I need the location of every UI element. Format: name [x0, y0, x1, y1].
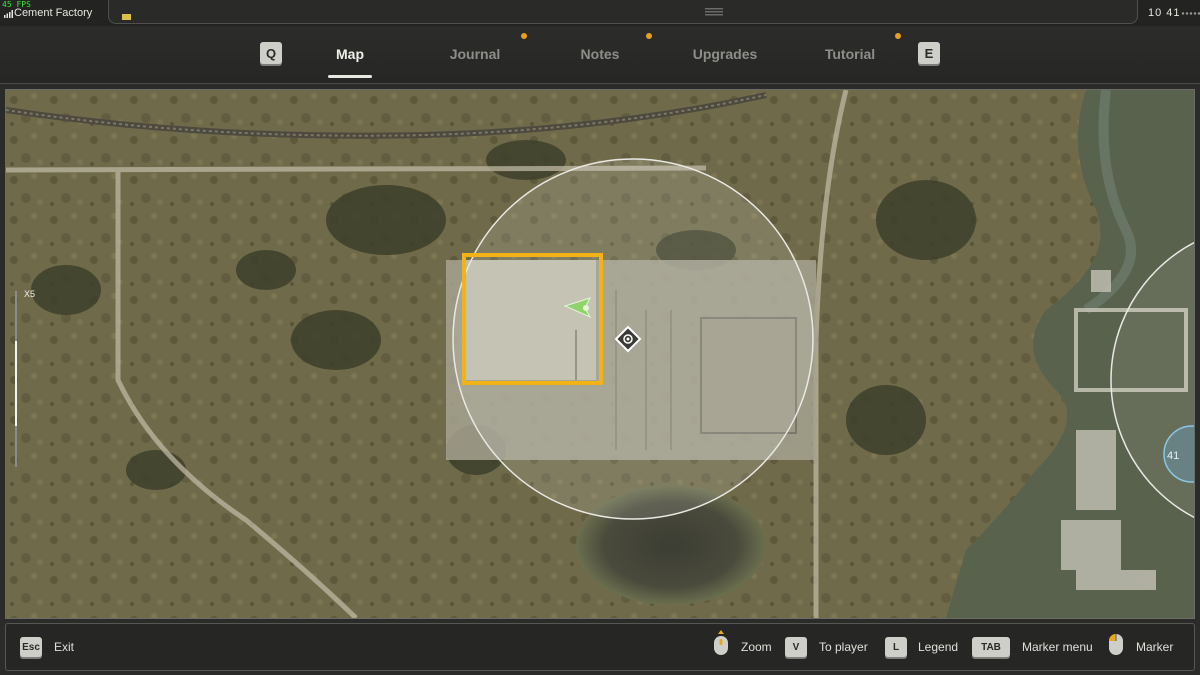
next-tab-key[interactable]: E	[918, 42, 940, 64]
prev-tab-key[interactable]: Q	[260, 42, 282, 64]
tab-journal[interactable]: Journal	[450, 46, 501, 62]
satellite-map[interactable]: 41	[6, 90, 1194, 618]
battery-icon	[122, 14, 131, 20]
marker-menu-label: Marker menu	[1022, 640, 1093, 654]
tab-map[interactable]: Map	[336, 46, 364, 62]
to-player-key[interactable]: V	[785, 637, 807, 657]
edge-marker-label: 41	[1167, 450, 1179, 462]
progress-dots-icon	[1181, 12, 1200, 15]
to-player-label: To player	[819, 640, 868, 654]
signal-icon	[4, 10, 13, 18]
marker-menu-key[interactable]: TAB	[972, 637, 1010, 657]
tab-upgrades[interactable]: Upgrades	[693, 46, 758, 62]
zoom-slider-fill	[15, 341, 17, 426]
grip-icon	[705, 8, 723, 16]
legend-label: Legend	[918, 640, 959, 654]
active-tab-indicator	[328, 75, 372, 78]
tutorial-notification-dot	[895, 33, 901, 39]
tab-tutorial[interactable]: Tutorial	[825, 46, 875, 62]
clock: 10 41	[1148, 7, 1181, 19]
tab-bar: Q Map Journal Notes Upgrades Tutorial E	[0, 27, 1200, 84]
map-view[interactable]: 41	[5, 89, 1195, 619]
notes-notification-dot	[646, 33, 652, 39]
top-frame	[108, 0, 1200, 24]
tab-notes[interactable]: Notes	[581, 46, 620, 62]
marker-label: Marker	[1136, 640, 1174, 654]
zoom-level-label: X5	[24, 289, 36, 299]
status-strip: 45 FPS Cement Factory 10 41	[0, 0, 1200, 26]
mouse-left-click-icon	[1109, 634, 1123, 655]
journal-notification-dot	[521, 33, 527, 39]
mouse-wheel-icon	[714, 630, 728, 655]
location-name: Cement Factory	[14, 7, 93, 19]
controls-bar	[5, 623, 1195, 671]
exit-label: Exit	[54, 640, 75, 654]
zoom-label: Zoom	[741, 640, 772, 654]
legend-key[interactable]: L	[885, 637, 907, 657]
exit-key[interactable]: Esc	[20, 637, 42, 657]
